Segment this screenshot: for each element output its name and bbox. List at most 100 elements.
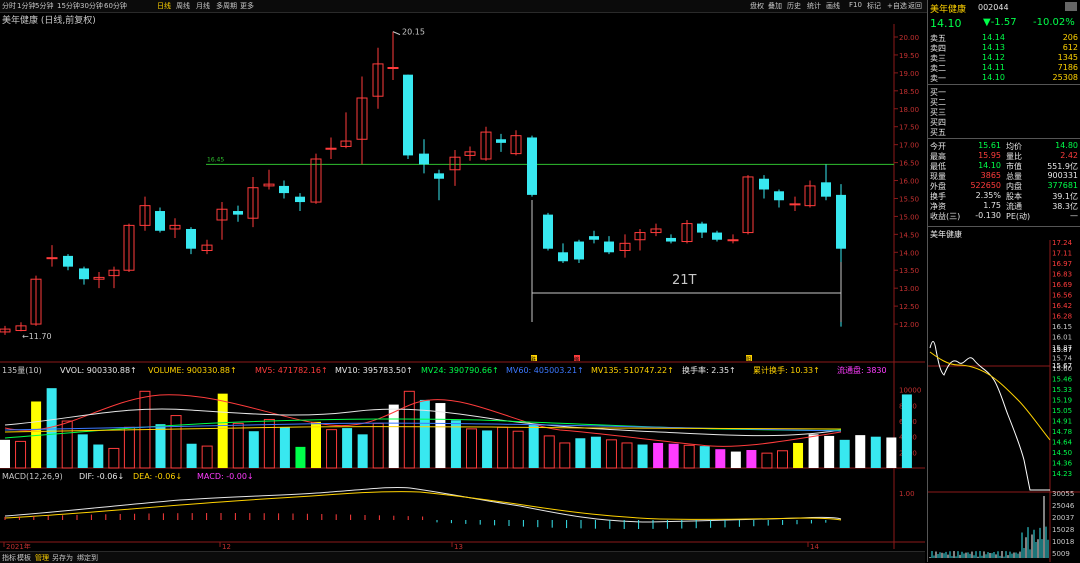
low-label: ←11.70 [22,332,52,341]
stat-row: 外盘 522650 内盘 377681 [928,181,1080,191]
macd-indicator-1: DIF: -0.06↓ [79,472,124,481]
period-tab-6[interactable]: 日线 [157,1,171,11]
period-tab-3[interactable]: 15分钟 [57,1,80,11]
intraday-price-tick: 16.28 [1052,313,1072,321]
volume-bar [824,435,835,468]
quote-header: 美年健康 002044 [928,2,1080,15]
volume-bar [839,439,850,468]
sell-volume: 612 [1062,43,1078,52]
volume-bar [901,394,912,468]
period-toolbar: 分时 1分钟 5分钟 15分钟 30分钟 60分钟 日线 周线 月线 多周期 更多 盘权 叠加 历史 统计画… [0,0,1080,13]
buy-row: 买一 [928,87,1080,97]
candle-body-down [558,252,568,262]
panel-menu-icon[interactable] [1065,2,1077,11]
price-tick-label: 18.50 [899,88,919,96]
candle-body-down [774,191,784,201]
volume-indicator-2: MV5: 471782.16↑ [255,366,328,375]
intraday-volume-tick: 20037 [1052,514,1074,522]
volume-indicator-3: MV10: 395783.50↑ [335,366,413,375]
candle-body-up [325,147,337,150]
toolbar-button-7[interactable]: +自选 [887,1,907,11]
volume-bar [668,443,679,468]
volume-bar [590,436,601,468]
candle-body-down [496,139,506,143]
candle-body-down [712,232,722,240]
intraday-divider [928,226,1080,227]
stat-label: 收益(三) [930,212,961,221]
volume-bar [435,403,446,468]
kline-chart[interactable]: 20.00 19.50 19.00 18.50 18.00 17.50 17.00 16.50… [0,24,925,549]
candle-body-down [821,182,831,197]
price-tick-label: 16.50 [899,160,919,168]
stat-label: PE(动) [1006,212,1031,221]
price-tick-label: 17.50 [899,124,919,132]
buy-row: 买三 [928,107,1080,117]
toolbar-button-5[interactable]: F10 [849,1,862,9]
bottom-toolbar: 指标 模板 管理 另存为 绑定到 [0,551,925,563]
price-tick-label: 14.50 [899,231,919,239]
period-tab-0[interactable]: 分时 [2,1,16,11]
intraday-title: 美年健康 [930,230,962,239]
period-tab-5[interactable]: 60分钟 [104,1,127,11]
stat-value: 2.42 [1060,151,1078,160]
period-tab-8[interactable]: 月线 [196,1,210,11]
period-tab-2[interactable]: 5分钟 [35,1,53,11]
intraday-price-tick: 14.64 [1052,439,1073,447]
buy-row: 买二 [928,97,1080,107]
intraday-price-tick: 15.33 [1052,386,1072,394]
toolbar-button-6[interactable]: 标记 [867,1,881,11]
period-tab-10[interactable]: 更多 [240,1,254,11]
period-tab-1[interactable]: 1分钟 [17,1,35,11]
toolbar-button-8[interactable]: 返回 [908,1,922,11]
sell-price: 14.12 [982,53,1005,62]
intraday-chart[interactable]: 17.24 17.11 16.97 16.83 16.69 16.56 16.42 16.28… [928,240,1080,562]
candle-body-down [697,223,707,233]
candle-body-down [295,196,305,203]
sell-price: 14.10 [982,73,1005,82]
price-change: ▼-1.57 [983,17,1017,28]
toolbar-button-4[interactable]: 画线 [826,1,840,11]
volume-bar [342,428,353,468]
volume-marker-label: 缩 [574,356,579,363]
candle-body-down [666,237,676,242]
buy-row: 买四 [928,117,1080,127]
volume-bar [699,446,710,468]
sell-price: 14.11 [982,63,1005,72]
intraday-price-tick: 16.69 [1052,281,1072,289]
sell-volume: 1345 [1057,53,1078,62]
toolbar-button-3[interactable]: 统计 [807,1,821,11]
volume-bar [186,443,197,468]
price-tick-label: 13.50 [899,267,919,275]
period-tab-4[interactable]: 30分钟 [80,1,103,11]
volume-bar [93,444,104,468]
toolbar-button-1[interactable]: 叠加 [768,1,782,11]
date-label: 14 [810,543,819,549]
intraday-price-tick: 15.19 [1052,397,1072,405]
price-tick-label: 17.00 [899,142,919,150]
sell-row: 卖二 14.11 7186 [928,63,1080,73]
stat-value: 14.80 [1055,141,1078,150]
volume-bar [450,420,461,468]
toolbar-button-2[interactable]: 历史 [787,1,801,11]
intraday-volume-tick: 30055 [1052,490,1074,498]
macd-indicator-0: MACD(12,26,9) [2,472,63,481]
intraday-right-label-mid: 15.67 [1052,362,1072,370]
intraday-price-tick: 15.05 [1052,407,1072,415]
price-tick-label: 12.00 [899,321,919,329]
sell-row: 卖五 14.14 206 [928,33,1080,43]
intraday-price-tick: 14.78 [1052,428,1072,436]
volume-bar [653,442,664,468]
volume-bar [808,434,819,468]
volume-bar [311,421,321,468]
stat-value: 3865 [980,171,1001,180]
volume-bar [77,434,88,468]
stats-divider [928,138,1080,139]
quote-price-row: 14.10 ▼-1.57 -10.02% [928,17,1080,30]
toolbar-button-0[interactable]: 盘权 [750,1,764,11]
price-tick-label: 20.00 [899,34,919,42]
volume-bar [575,438,586,468]
volume-indicator-6: MV135: 510747.22↑ [591,366,674,375]
period-tab-7[interactable]: 周线 [176,1,190,11]
stat-row: 收益(三) -0.130 PE(动) — [928,211,1080,221]
period-tab-9[interactable]: 多周期 [216,1,237,11]
